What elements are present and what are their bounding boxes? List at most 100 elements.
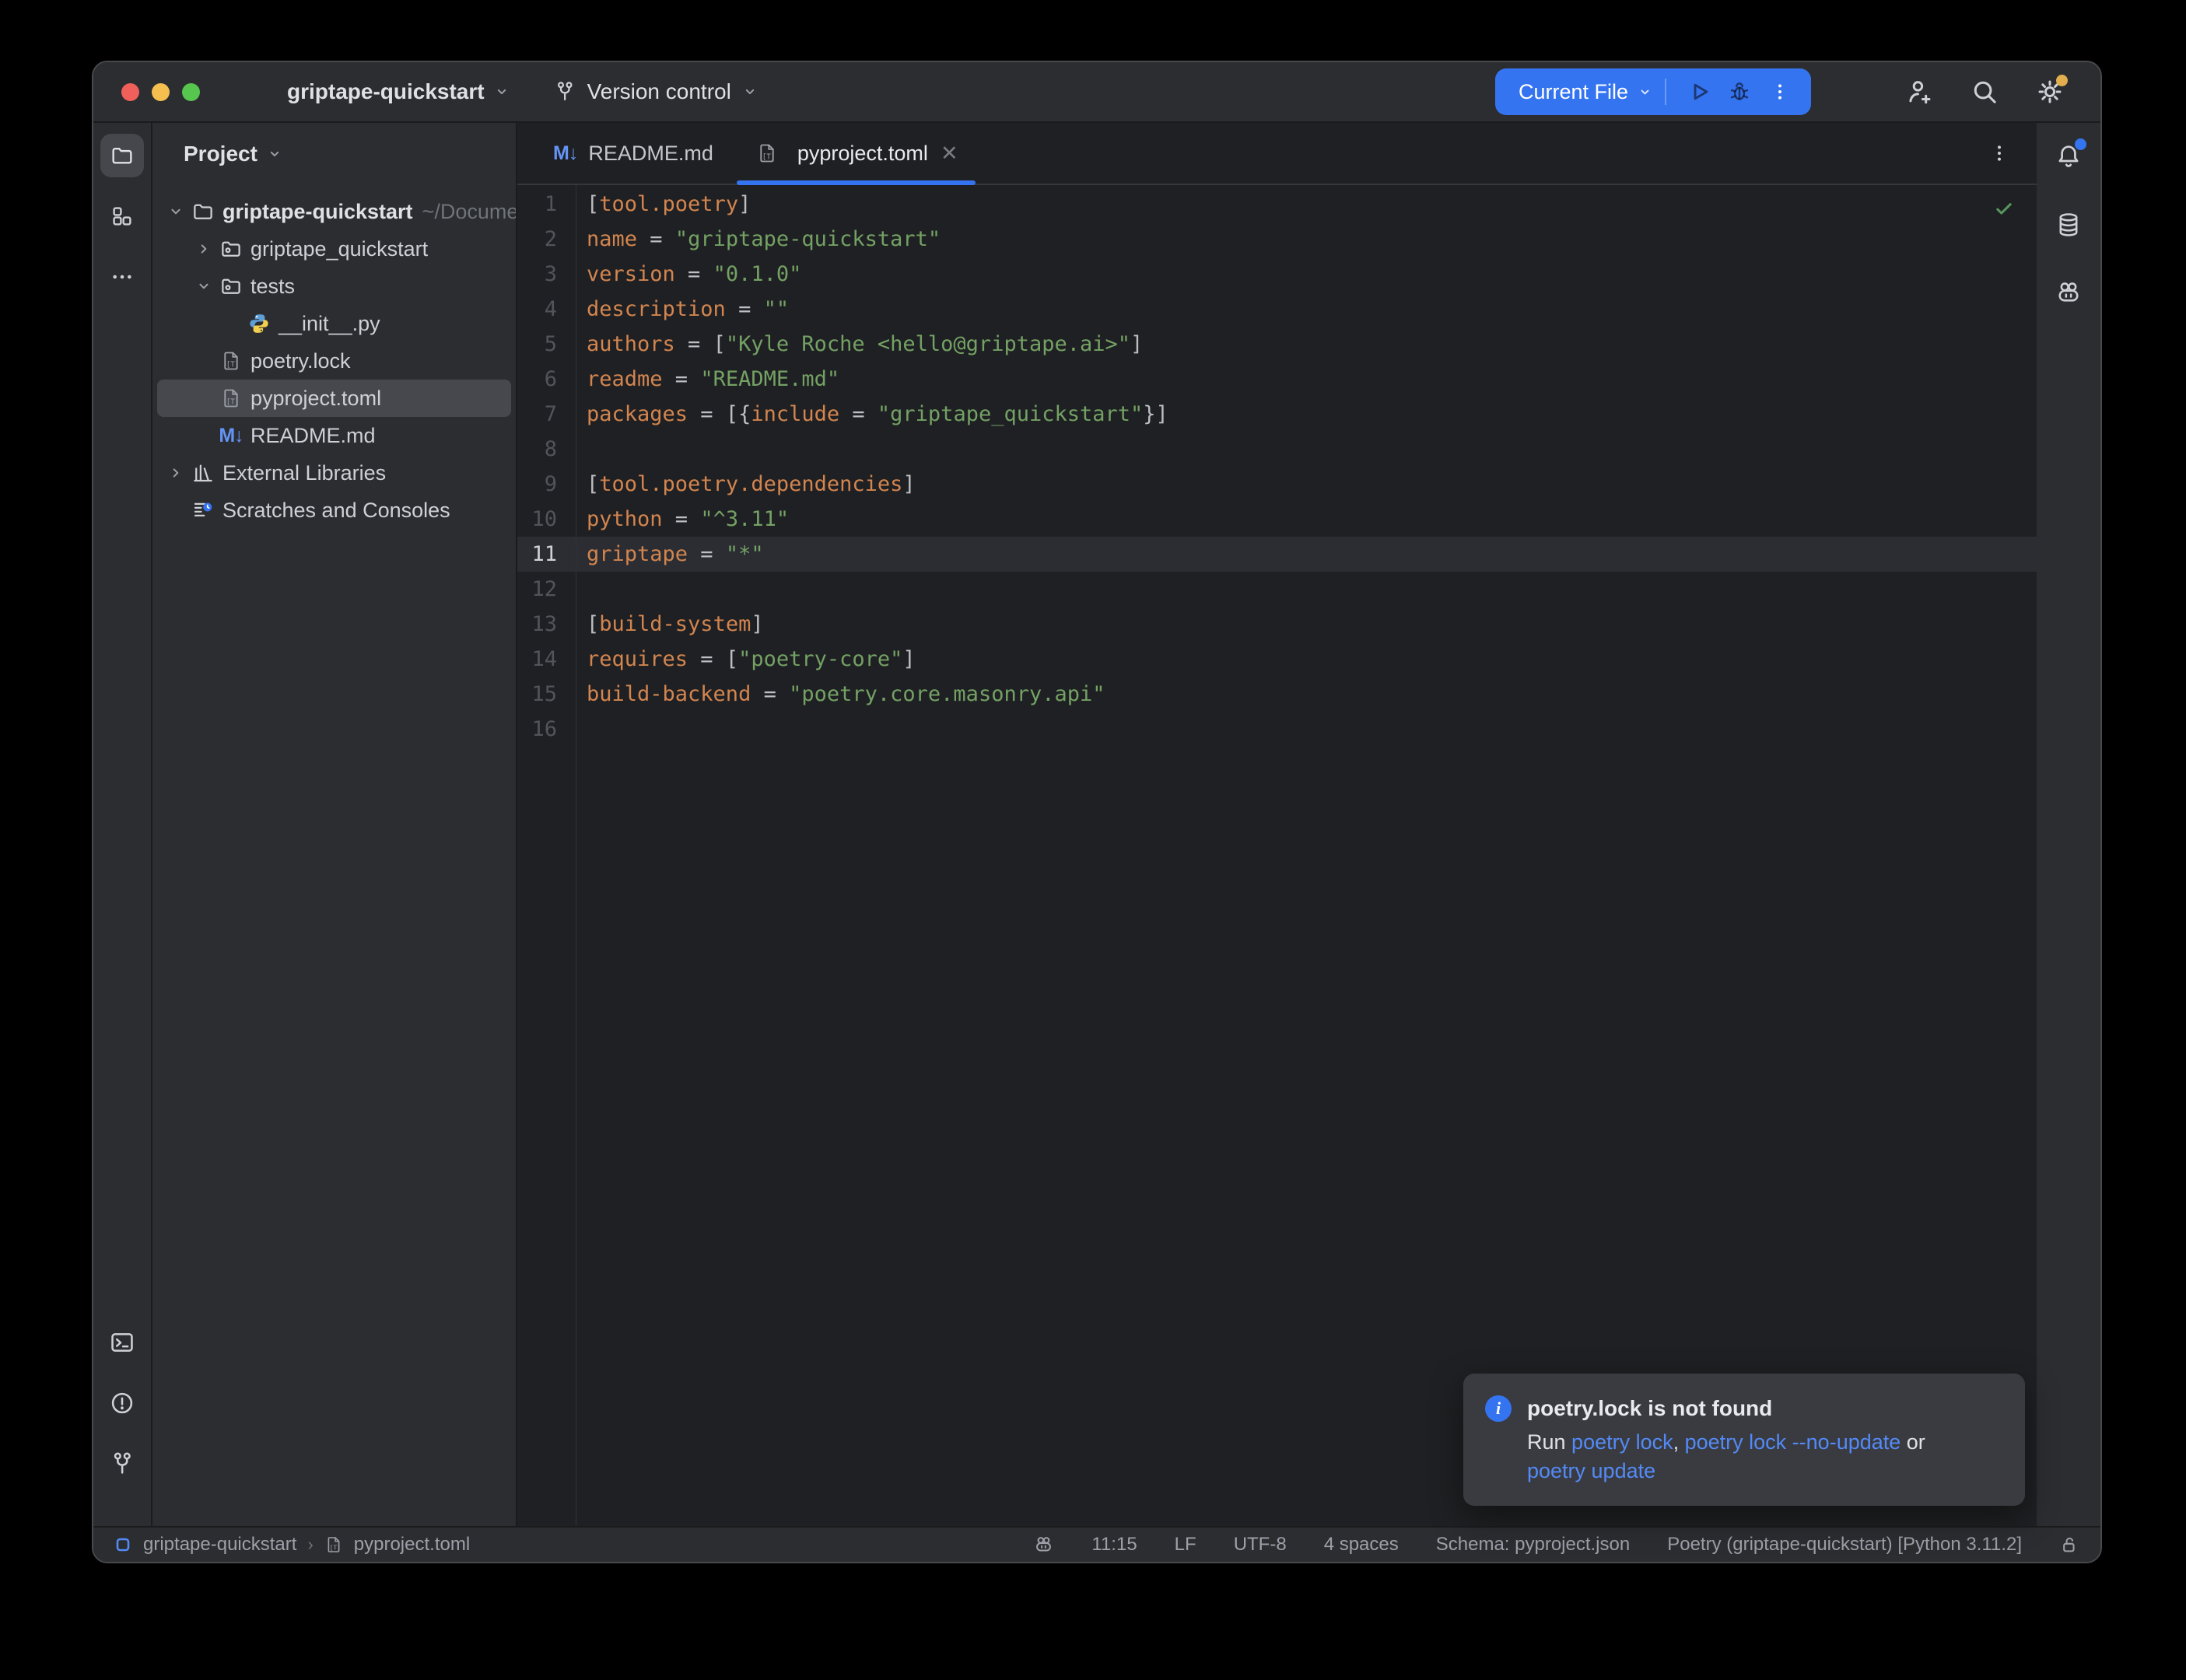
chevron-right-icon: › bbox=[307, 1535, 313, 1555]
run-configuration-selector[interactable]: Current File bbox=[1519, 80, 1652, 104]
git-tool-button[interactable] bbox=[100, 1442, 144, 1486]
line-number[interactable]: 15 bbox=[517, 677, 576, 712]
main-area: Project griptape-quickstart~/Documegript… bbox=[93, 123, 2100, 1526]
schema-widget[interactable]: Schema: pyproject.json bbox=[1436, 1534, 1630, 1556]
tree-row[interactable]: [T]pyproject.toml bbox=[157, 380, 511, 417]
code-line[interactable]: 14requires = ["poetry-core"] bbox=[517, 642, 2037, 677]
indent-widget[interactable]: 4 spaces bbox=[1324, 1534, 1399, 1556]
code-line[interactable]: 4description = "" bbox=[517, 292, 2037, 327]
poetry-update-link[interactable]: poetry update bbox=[1527, 1459, 1655, 1482]
chevron-down-icon bbox=[267, 146, 282, 162]
readonly-toggle[interactable] bbox=[2059, 1535, 2080, 1556]
code-line[interactable]: 12 bbox=[517, 572, 2037, 607]
search-everywhere-button[interactable] bbox=[1968, 75, 2001, 108]
run-configuration-label: Current File bbox=[1519, 80, 1628, 104]
line-number[interactable]: 16 bbox=[517, 712, 576, 747]
line-number[interactable]: 9 bbox=[517, 467, 576, 502]
tab-readme[interactable]: M↓ README.md bbox=[533, 123, 734, 184]
encoding-widget[interactable]: UTF-8 bbox=[1234, 1534, 1287, 1556]
caret-position-widget[interactable]: 11:15 bbox=[1091, 1534, 1137, 1556]
run-button[interactable] bbox=[1683, 76, 1715, 107]
breadcrumb-file[interactable]: pyproject.toml bbox=[354, 1534, 470, 1556]
notification-popup: i poetry.lock is not found Run poetry lo… bbox=[1463, 1374, 2025, 1506]
line-number[interactable]: 1 bbox=[517, 187, 576, 222]
settings-button[interactable] bbox=[2034, 75, 2066, 108]
tree-row[interactable]: griptape-quickstart~/Docume bbox=[157, 193, 511, 230]
tree-row[interactable]: External Libraries bbox=[157, 454, 511, 492]
line-ending-widget[interactable]: LF bbox=[1175, 1534, 1196, 1556]
code-line[interactable]: 8 bbox=[517, 432, 2037, 467]
ai-assistant-button[interactable] bbox=[2052, 277, 2085, 310]
line-number[interactable]: 3 bbox=[517, 257, 576, 292]
notifications-button[interactable] bbox=[2052, 140, 2085, 173]
chevron-down-icon[interactable] bbox=[162, 203, 190, 220]
code-line[interactable]: 6readme = "README.md" bbox=[517, 362, 2037, 397]
tree-row[interactable]: tests bbox=[157, 268, 511, 305]
close-icon[interactable]: ✕ bbox=[941, 142, 958, 166]
code-text bbox=[576, 712, 587, 747]
minimize-window-button[interactable] bbox=[152, 83, 170, 101]
editor-options-kebab-icon[interactable] bbox=[1988, 142, 2010, 164]
code-line[interactable]: 13[build-system] bbox=[517, 607, 2037, 642]
line-number[interactable]: 12 bbox=[517, 572, 576, 607]
markdown-icon: M↓ bbox=[218, 425, 244, 447]
line-number[interactable]: 5 bbox=[517, 327, 576, 362]
line-number[interactable]: 2 bbox=[517, 222, 576, 257]
project-panel-header[interactable]: Project bbox=[152, 123, 516, 185]
project-widget[interactable]: griptape-quickstart bbox=[287, 79, 510, 104]
close-window-button[interactable] bbox=[121, 83, 139, 101]
chevron-right-icon[interactable] bbox=[162, 464, 190, 481]
code-line[interactable]: 9[tool.poetry.dependencies] bbox=[517, 467, 2037, 502]
code-line[interactable]: 1[tool.poetry] bbox=[517, 187, 2037, 222]
chevron-right-icon[interactable] bbox=[190, 240, 218, 257]
code-with-me-button[interactable] bbox=[1903, 75, 1936, 108]
inspections-ok-icon[interactable] bbox=[1993, 198, 2015, 219]
line-number[interactable]: 10 bbox=[517, 502, 576, 537]
line-number[interactable]: 11 bbox=[517, 537, 576, 572]
chevron-down-icon[interactable] bbox=[190, 278, 218, 295]
code-line[interactable]: 16 bbox=[517, 712, 2037, 747]
info-icon: i bbox=[1485, 1395, 1512, 1422]
tree-row[interactable]: griptape_quickstart bbox=[157, 230, 511, 268]
tree-row[interactable]: M↓README.md bbox=[157, 417, 511, 454]
desktop: griptape-quickstart Version control Curr… bbox=[0, 0, 2186, 1680]
tab-label: README.md bbox=[588, 142, 713, 166]
code-line[interactable]: 15build-backend = "poetry.core.masonry.a… bbox=[517, 677, 2037, 712]
line-number[interactable]: 13 bbox=[517, 607, 576, 642]
code-line[interactable]: 7packages = [{include = "griptape_quicks… bbox=[517, 397, 2037, 432]
code-editor[interactable]: 1[tool.poetry]2name = "griptape-quicksta… bbox=[517, 185, 2037, 1526]
terminal-tool-button[interactable] bbox=[100, 1321, 144, 1364]
code-line[interactable]: 5authors = ["Kyle Roche <hello@griptape.… bbox=[517, 327, 2037, 362]
line-number[interactable]: 4 bbox=[517, 292, 576, 327]
poetry-lock-link[interactable]: poetry lock bbox=[1571, 1430, 1673, 1454]
tree-row[interactable]: Scratches and Consoles bbox=[157, 492, 511, 529]
breadcrumb-project[interactable]: griptape-quickstart bbox=[143, 1534, 296, 1556]
line-number[interactable]: 6 bbox=[517, 362, 576, 397]
project-tool-button[interactable] bbox=[100, 134, 144, 177]
vcs-widget[interactable]: Version control bbox=[553, 79, 758, 104]
maximize-window-button[interactable] bbox=[182, 83, 200, 101]
structure-tool-button[interactable] bbox=[100, 194, 144, 238]
code-line[interactable]: 2name = "griptape-quickstart" bbox=[517, 222, 2037, 257]
tree-row[interactable]: __init__.py bbox=[157, 305, 511, 342]
line-number[interactable]: 14 bbox=[517, 642, 576, 677]
chevron-down-icon bbox=[494, 84, 510, 100]
run-more-button[interactable] bbox=[1764, 76, 1795, 107]
debug-button[interactable] bbox=[1724, 76, 1755, 107]
tab-pyproject[interactable]: [T] pyproject.toml ✕ bbox=[734, 123, 979, 184]
code-line[interactable]: 10python = "^3.11" bbox=[517, 502, 2037, 537]
code-line[interactable]: 11griptape = "*" bbox=[517, 537, 2037, 572]
line-number[interactable]: 8 bbox=[517, 432, 576, 467]
database-button[interactable] bbox=[2052, 208, 2085, 241]
code-line[interactable]: 3version = "0.1.0" bbox=[517, 257, 2037, 292]
line-number[interactable]: 7 bbox=[517, 397, 576, 432]
database-icon bbox=[2055, 211, 2083, 239]
code-text: [tool.poetry] bbox=[576, 187, 751, 222]
more-tool-windows-button[interactable] bbox=[100, 255, 144, 299]
tree-row[interactable]: [T]poetry.lock bbox=[157, 342, 511, 380]
problems-tool-button[interactable] bbox=[100, 1381, 144, 1425]
poetry-lock-no-update-link[interactable]: poetry lock --no-update bbox=[1685, 1430, 1901, 1454]
interpreter-widget[interactable]: Poetry (griptape-quickstart) [Python 3.1… bbox=[1667, 1534, 2022, 1556]
titlebar: griptape-quickstart Version control Curr… bbox=[93, 62, 2100, 123]
ai-assistant-status-button[interactable] bbox=[1033, 1535, 1054, 1556]
